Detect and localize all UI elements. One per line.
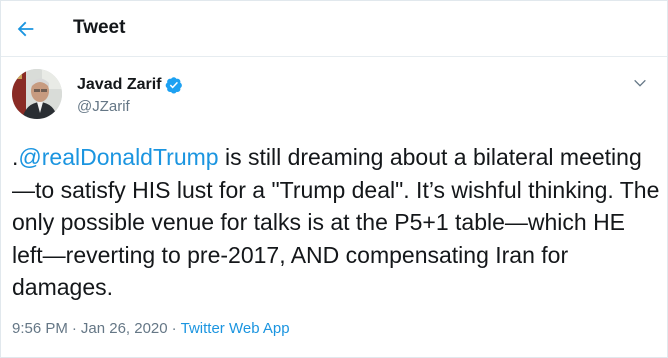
tweet-meta: 9:56 PM · Jan 26, 2020 · Twitter Web App bbox=[12, 320, 290, 337]
author-name-row[interactable]: Javad Zarif bbox=[77, 74, 183, 96]
tweet-time[interactable]: 9:56 PM bbox=[12, 320, 68, 337]
meta-separator-2: · bbox=[171, 320, 177, 337]
page-title: Tweet bbox=[73, 17, 126, 38]
more-options-button[interactable] bbox=[629, 72, 651, 94]
verified-badge-icon bbox=[165, 76, 183, 94]
avatar[interactable] bbox=[12, 69, 62, 119]
author-handle[interactable]: @JZarif bbox=[77, 98, 130, 115]
back-button[interactable] bbox=[11, 14, 41, 44]
avatar-image bbox=[12, 69, 62, 119]
mention-link[interactable]: @realDonaldTrump bbox=[18, 144, 218, 170]
chevron-down-icon bbox=[634, 79, 646, 87]
page-header: Tweet bbox=[1, 1, 667, 57]
tweet-detail-page: Tweet Javad Zarif @JZarif .@realDonaldTr… bbox=[0, 0, 668, 358]
tweet-date[interactable]: Jan 26, 2020 bbox=[81, 320, 168, 337]
tweet-source-link[interactable]: Twitter Web App bbox=[181, 320, 290, 337]
arrow-left-icon bbox=[17, 21, 34, 37]
meta-separator: · bbox=[71, 320, 77, 337]
tweet-text: .@realDonaldTrump is still dreaming abou… bbox=[12, 141, 662, 304]
author-display-name[interactable]: Javad Zarif bbox=[77, 76, 161, 94]
